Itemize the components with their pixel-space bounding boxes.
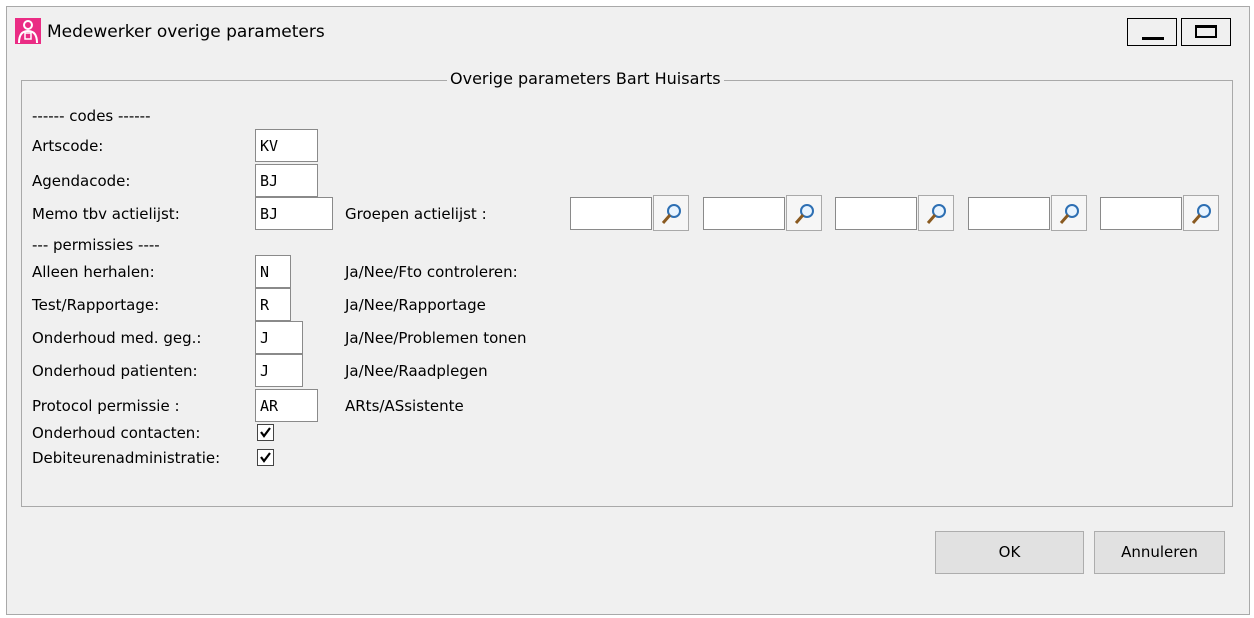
maximize-icon [1195, 25, 1217, 38]
artscode-field[interactable]: KV [255, 129, 318, 162]
memo-actielijst-field[interactable]: BJ [255, 197, 333, 230]
groepen-actielijst-label: Groepen actielijst : [345, 205, 487, 223]
magnifier-icon [1191, 204, 1211, 224]
minimize-button[interactable] [1127, 18, 1177, 46]
groep-field-3[interactable] [835, 197, 917, 230]
magnifier-icon [794, 204, 814, 224]
groep-field-1[interactable] [570, 197, 652, 230]
annuleren-button[interactable]: Annuleren [1094, 531, 1225, 574]
minimize-icon [1142, 37, 1164, 40]
onderhoud-med-label: Onderhoud med. geg.: [32, 329, 202, 347]
test-rapportage-hint: Ja/Nee/Rapportage [345, 296, 486, 314]
maximize-button[interactable] [1181, 18, 1231, 46]
magnifier-icon [1059, 204, 1079, 224]
groep-field-5[interactable] [1100, 197, 1182, 230]
debiteurenadministratie-checkbox[interactable] [257, 449, 274, 466]
magnifier-icon [661, 204, 681, 224]
title-bar[interactable]: Medewerker overige parameters [7, 7, 1249, 54]
parameters-groupbox [21, 80, 1233, 507]
ok-button[interactable]: OK [935, 531, 1084, 574]
groep-lookup-button-4[interactable] [1051, 195, 1087, 231]
agendacode-label: Agendacode: [32, 172, 131, 190]
test-rapportage-field[interactable]: R [255, 288, 291, 321]
alleen-herhalen-field[interactable]: N [255, 255, 291, 288]
artscode-label: Artscode: [32, 137, 104, 155]
onderhoud-contacten-checkbox[interactable] [257, 424, 274, 441]
debiteurenadministratie-label: Debiteurenadministratie: [32, 449, 221, 467]
memo-actielijst-label: Memo tbv actielijst: [32, 205, 180, 223]
onderhoud-med-field[interactable]: J [255, 321, 303, 354]
groep-field-4[interactable] [968, 197, 1050, 230]
groep-lookup-button-5[interactable] [1183, 195, 1219, 231]
checkmark-icon [260, 452, 271, 463]
test-rapportage-label: Test/Rapportage: [32, 296, 160, 314]
app-user-icon [15, 18, 41, 44]
onderhoud-patienten-label: Onderhoud patienten: [32, 362, 198, 380]
agendacode-field[interactable]: BJ [255, 164, 318, 197]
protocol-permissie-field[interactable]: AR [255, 389, 318, 422]
groep-lookup-button-1[interactable] [653, 195, 689, 231]
groupbox-title: Overige parameters Bart Huisarts [447, 69, 724, 88]
onderhoud-patienten-hint: Ja/Nee/Raadplegen [345, 362, 488, 380]
protocol-permissie-label: Protocol permissie : [32, 397, 180, 415]
alleen-herhalen-hint: Ja/Nee/Fto controleren: [345, 263, 518, 281]
checkmark-icon [260, 427, 271, 438]
onderhoud-med-hint: Ja/Nee/Problemen tonen [345, 329, 527, 347]
groep-field-2[interactable] [703, 197, 785, 230]
codes-section-header: ------ codes ------ [32, 107, 151, 125]
alleen-herhalen-label: Alleen herhalen: [32, 263, 155, 281]
protocol-permissie-hint: ARts/ASsistente [345, 397, 464, 415]
window-title: Medewerker overige parameters [47, 22, 325, 42]
onderhoud-contacten-label: Onderhoud contacten: [32, 424, 201, 442]
magnifier-icon [926, 204, 946, 224]
groep-lookup-button-3[interactable] [918, 195, 954, 231]
permissions-section-header: --- permissies ---- [32, 236, 160, 254]
groep-lookup-button-2[interactable] [786, 195, 822, 231]
onderhoud-patienten-field[interactable]: J [255, 354, 303, 387]
